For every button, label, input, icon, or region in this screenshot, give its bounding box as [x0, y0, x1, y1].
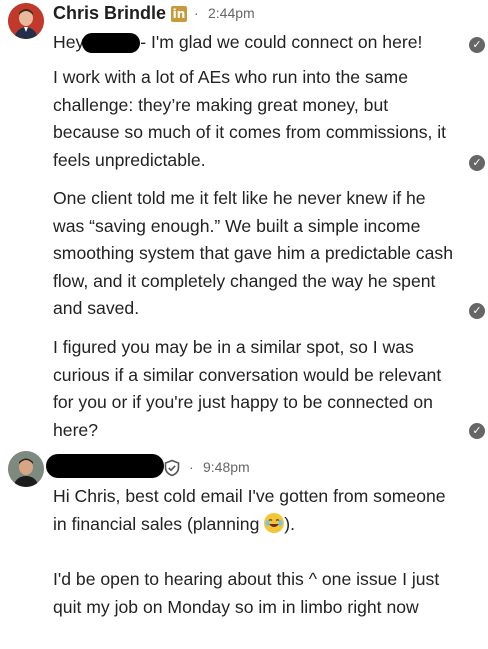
message-text: Hey - I'm glad we could connect on here! — [53, 29, 453, 57]
reply-text: I'd be open to hearing about this ^ one … — [53, 569, 440, 617]
check-circle-icon: ✓ — [469, 423, 485, 439]
greeting-continuation: - I'm glad we could connect on here! — [140, 32, 423, 52]
avatar-recipient[interactable] — [8, 451, 44, 487]
reply-text-end: ). — [284, 513, 296, 534]
message-timestamp: 9:48pm — [203, 459, 250, 475]
message-text: I work with a lot of AEs who run into th… — [53, 67, 447, 170]
check-circle-icon: ✓ — [469, 37, 485, 53]
message-timestamp: 2:44pm — [208, 5, 255, 21]
message-text: I figured you may be in a similar spot, … — [53, 337, 442, 440]
header-separator: · — [189, 459, 194, 475]
avatar-image — [8, 3, 44, 39]
sender-name[interactable]: Chris Brindle — [53, 3, 166, 24]
redacted-name — [82, 33, 141, 54]
header-separator: · — [194, 5, 199, 21]
greeting-text: Hey — [53, 32, 85, 52]
avatar-chris-brindle[interactable] — [8, 3, 44, 39]
message-text: One client told me it felt like he never… — [53, 188, 453, 318]
linkedin-icon: in — [171, 6, 187, 22]
laughing-tears-emoji — [264, 512, 285, 533]
avatar-image — [8, 451, 44, 487]
redacted-sender-name[interactable] — [46, 454, 164, 478]
shield-check-icon — [163, 459, 181, 482]
check-circle-icon: ✓ — [469, 155, 485, 171]
reply-text-main: Hi Chris, best cold email I've gotten fr… — [53, 486, 446, 534]
reply-text: Hi Chris, best cold email I've gotten fr… — [53, 483, 453, 538]
check-circle-icon: ✓ — [469, 303, 485, 319]
